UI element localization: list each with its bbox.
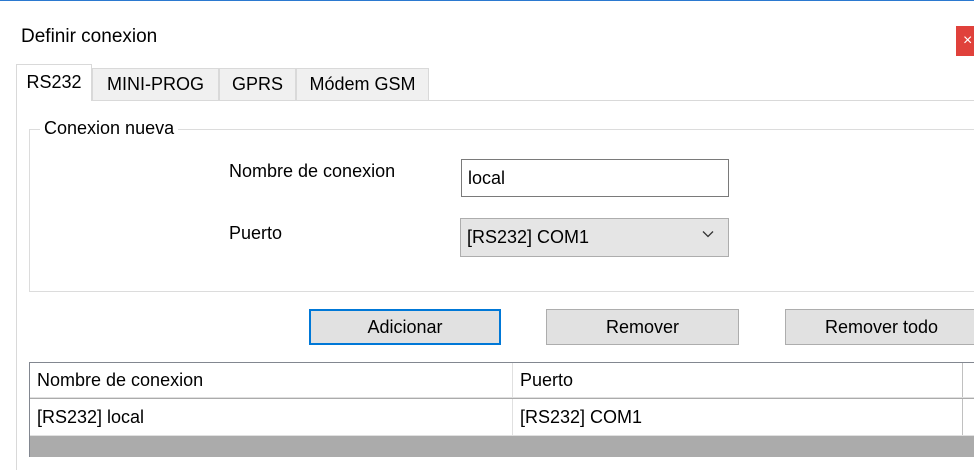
table-row[interactable]: [RS232] local [RS232] COM1	[30, 399, 974, 436]
groupbox-title: Conexion nueva	[40, 118, 179, 139]
grid-header-row: Nombre de conexion Puerto	[30, 363, 974, 398]
connection-name-label: Nombre de conexion	[229, 161, 396, 181]
window-top-border	[0, 0, 974, 1]
column-header-connection-name[interactable]: Nombre de conexion	[30, 363, 513, 397]
cell-connection-name[interactable]: [RS232] local	[30, 399, 513, 435]
add-button[interactable]: Adicionar	[309, 309, 501, 345]
close-icon[interactable]: ×	[963, 32, 972, 49]
tab-rs232[interactable]: RS232	[16, 64, 92, 101]
window-title: Definir conexion	[21, 26, 158, 47]
port-label: Puerto	[229, 223, 283, 243]
tab-mini-prog[interactable]: MINI-PROG	[92, 68, 219, 100]
tab-modem-gsm[interactable]: Módem GSM	[296, 68, 429, 100]
tab-gprs[interactable]: GPRS	[219, 68, 296, 100]
chevron-down-icon[interactable]	[702, 228, 714, 240]
new-connection-groupbox	[29, 129, 974, 292]
remove-button[interactable]: Remover	[546, 309, 739, 345]
column-header-port[interactable]: Puerto	[513, 363, 963, 397]
remove-all-button[interactable]: Remover todo	[785, 309, 974, 345]
port-select[interactable]: [RS232] COM1	[460, 218, 729, 257]
close-button[interactable]: ×	[956, 26, 974, 56]
connection-name-input[interactable]: local	[461, 159, 729, 197]
port-select-value: [RS232] COM1	[467, 227, 590, 247]
cell-port[interactable]: [RS232] COM1	[513, 399, 963, 435]
connections-grid[interactable]: Nombre de conexion Puerto [RS232] local …	[29, 362, 974, 457]
